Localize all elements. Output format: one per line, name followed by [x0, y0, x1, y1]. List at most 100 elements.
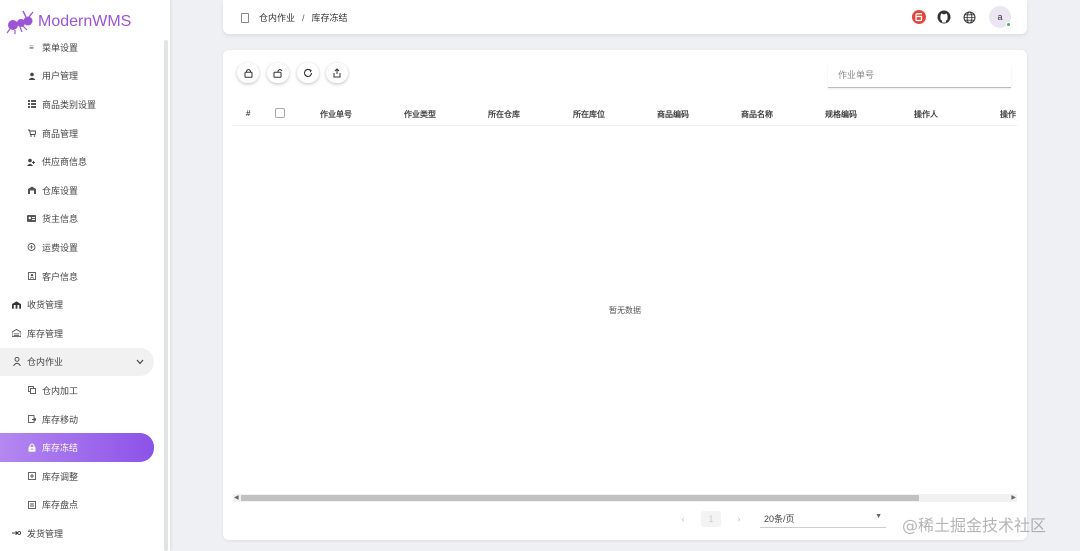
sidebar-item-owner-info[interactable]: 货主信息 [0, 205, 160, 234]
sidebar-item-stock-freeze[interactable]: 库存冻结 [0, 433, 154, 462]
gitee-icon[interactable] [911, 9, 927, 25]
scroll-right-icon[interactable]: ▶ [1011, 494, 1016, 502]
sidebar-item-stock-adjust[interactable]: 库存调整 [0, 462, 160, 491]
page-size-value: 20条/页 [764, 514, 795, 524]
page-number[interactable]: 1 [701, 511, 721, 527]
process-icon [27, 386, 36, 395]
unlock-icon [273, 69, 283, 78]
sidebar-scrollbar[interactable] [164, 40, 168, 551]
scroll-left-icon[interactable]: ◀ [234, 494, 239, 502]
avatar[interactable]: a [989, 6, 1011, 28]
ant-logo-icon [6, 10, 34, 34]
menu-lines-icon: ≡ [29, 42, 34, 52]
user-icon [27, 71, 36, 80]
category-icon [27, 100, 36, 109]
breadcrumb: 仓内作业 / 库存冻结 [241, 11, 348, 24]
sidebar-item-customer-info[interactable]: 客户信息 [0, 262, 160, 291]
sidebar-item-label: 库存冻结 [42, 443, 79, 454]
column-header-location[interactable]: 所在库位 [573, 109, 605, 120]
export-button[interactable] [326, 63, 348, 83]
next-page-icon[interactable]: › [729, 514, 749, 524]
sidebar-item-label: 库存移动 [42, 414, 79, 425]
empty-state-text: 暂无数据 [609, 306, 641, 315]
document-icon [241, 12, 249, 23]
supplier-icon [27, 157, 36, 166]
lock-icon [27, 443, 36, 452]
sidebar-item-label: 库存调整 [42, 471, 79, 482]
sidebar-group-warehouse-ops[interactable]: 仓内作业 [0, 347, 154, 377]
breadcrumb-parent[interactable]: 仓内作业 [259, 11, 295, 24]
prev-page-icon[interactable]: ‹ [673, 514, 693, 524]
sidebar-item-label: 菜单设置 [42, 42, 79, 53]
breadcrumb-separator: / [302, 12, 305, 23]
column-header-operator[interactable]: 操作人 [914, 109, 938, 120]
sidebar-item-product-management[interactable]: 商品管理 [0, 119, 160, 148]
sidebar-item-label: 仓库设置 [42, 185, 79, 196]
column-header-index: # [246, 109, 251, 118]
sidebar-item-label: 收货管理 [27, 300, 64, 311]
freeze-button[interactable] [237, 63, 259, 83]
column-header-spec-code[interactable]: 规格编码 [825, 109, 857, 120]
caret-down-icon: ▼ [875, 513, 882, 520]
pagination: ‹ 1 › [673, 509, 749, 529]
horizontal-scrollbar[interactable]: ◀ ▶ [233, 494, 1017, 502]
column-header-job-no[interactable]: 作业单号 [320, 109, 352, 120]
refresh-button[interactable] [297, 63, 319, 83]
customer-icon [27, 272, 36, 281]
truck-icon [27, 243, 36, 252]
sidebar-item-label: 供应商信息 [42, 157, 88, 168]
sidebar-menu: ≡ 菜单设置 用户管理 商品类别设置 商品管理 供应商信息 仓库设置 货主信息 … [0, 33, 160, 548]
receive-icon [12, 300, 21, 309]
github-icon[interactable] [936, 9, 952, 25]
column-header-product-name[interactable]: 商品名称 [741, 109, 773, 120]
sidebar-item-supplier-info[interactable]: 供应商信息 [0, 147, 160, 176]
move-icon [27, 415, 36, 424]
watermark: @稀土掘金技术社区 [902, 516, 1047, 535]
page-size-select[interactable]: 20条/页 ▼ [760, 510, 886, 528]
export-icon [333, 68, 341, 78]
column-header-job-type[interactable]: 作业类型 [404, 109, 436, 120]
sidebar-item-warehouse-settings[interactable]: 仓库设置 [0, 176, 160, 205]
sidebar-item-freight-settings[interactable]: 运费设置 [0, 233, 160, 262]
sidebar-item-stock-move[interactable]: 库存移动 [0, 405, 160, 434]
sidebar-item-user-management[interactable]: 用户管理 [0, 62, 160, 91]
header-actions: a [911, 6, 1011, 28]
main-card: # 作业单号 作业类型 所在仓库 所在库位 商品编码 商品名称 规格编码 操作人… [223, 50, 1027, 540]
column-header-product-code[interactable]: 商品编码 [657, 109, 689, 120]
sidebar-item-label: 库存管理 [27, 328, 64, 339]
globe-language-icon[interactable] [961, 9, 977, 25]
scrollbar-thumb[interactable] [241, 495, 919, 501]
cart-icon [27, 129, 36, 138]
select-all-checkbox[interactable] [275, 108, 285, 118]
owner-card-icon [27, 214, 36, 223]
sidebar-item-receiving[interactable]: 收货管理 [0, 290, 160, 319]
lock-icon [244, 69, 252, 78]
sidebar-item-label: 运费设置 [42, 242, 79, 253]
search-field[interactable] [828, 63, 1011, 88]
ship-icon [12, 529, 21, 538]
sidebar-item-label: 仓内加工 [42, 385, 79, 396]
sidebar-item-label: 商品管理 [42, 128, 79, 139]
sidebar-item-shipping[interactable]: 发货管理 [0, 519, 160, 548]
logo[interactable]: ModernWMS [6, 10, 131, 34]
sidebar-item-processing[interactable]: 仓内加工 [0, 376, 160, 405]
sidebar-item-label: 库存盘点 [42, 500, 79, 511]
app-name: ModernWMS [38, 13, 132, 30]
stock-icon [12, 329, 21, 338]
sidebar-item-stocktaking[interactable]: 库存盘点 [0, 491, 160, 520]
search-input[interactable] [838, 70, 1011, 80]
refresh-icon [304, 68, 313, 77]
sidebar-item-label: 用户管理 [42, 71, 79, 82]
avatar-letter: a [997, 12, 1003, 22]
sidebar-item-menu-settings[interactable]: ≡ 菜单设置 [0, 33, 160, 62]
sidebar-item-category-settings[interactable]: 商品类别设置 [0, 90, 160, 119]
sidebar-item-inventory[interactable]: 库存管理 [0, 319, 160, 348]
sidebar-item-label: 仓内作业 [27, 357, 64, 368]
sidebar-item-label: 发货管理 [27, 528, 64, 539]
worker-icon [12, 357, 21, 367]
adjust-icon [27, 472, 36, 481]
online-status-dot [1006, 22, 1011, 27]
column-header-warehouse[interactable]: 所在仓库 [488, 109, 520, 120]
unfreeze-button[interactable] [267, 63, 289, 83]
sidebar-item-label: 客户信息 [42, 271, 79, 282]
